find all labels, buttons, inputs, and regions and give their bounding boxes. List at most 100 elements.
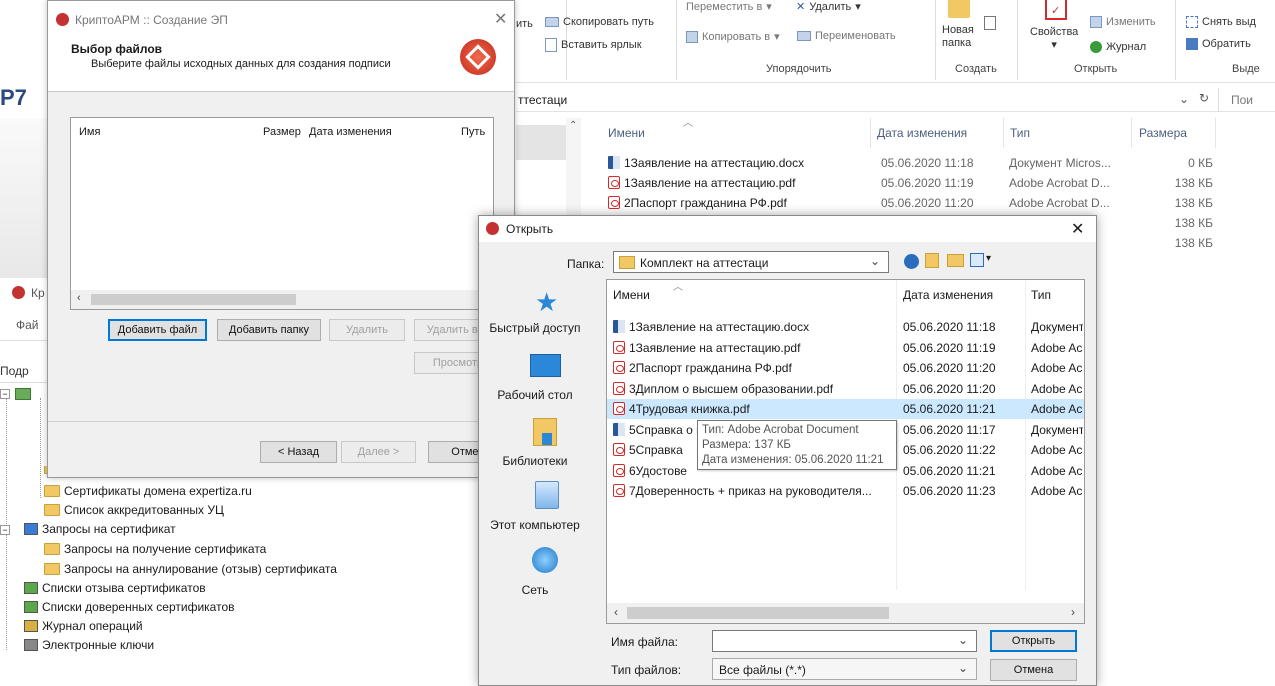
column-header-name[interactable]: Имя — [79, 126, 100, 138]
column-header-name[interactable]: Имени — [608, 126, 645, 140]
chevron-down-icon[interactable]: ▾ — [986, 253, 991, 264]
place-libraries[interactable]: Библиотеки — [479, 454, 591, 468]
file-row[interactable]: 4Трудовая книжка.pdf 05.06.2020 11:21 Adob… — [607, 399, 1084, 419]
place-desktop[interactable]: Рабочий стол — [479, 388, 591, 402]
column-header-date[interactable]: Дата изменения — [309, 126, 392, 138]
horizontal-scrollbar[interactable]: ‹ › — [607, 603, 1084, 623]
tree-item[interactable]: Запросы на сертификат — [24, 522, 176, 536]
refresh-icon[interactable]: ↻ — [1199, 91, 1209, 105]
filename-input[interactable]: ⌄ — [712, 630, 977, 652]
add-folder-button[interactable]: Добавить папку — [217, 319, 321, 341]
column-header-name[interactable]: Имени — [613, 288, 650, 302]
close-icon[interactable]: ✕ — [494, 9, 507, 29]
explorer-row-name: 1Заявление на аттестацию.pdf — [608, 176, 795, 190]
view-menu-icon[interactable] — [970, 253, 984, 267]
ribbon-cut-partial[interactable]: ить — [516, 18, 533, 30]
ribbon-divider — [1017, 0, 1018, 80]
tree-item[interactable]: Списки отзыва сертификатов — [24, 581, 206, 595]
column-header-date[interactable]: Дата изменения — [877, 126, 967, 140]
next-button[interactable]: Далее > — [341, 441, 416, 463]
scroll-left-icon[interactable]: ‹ — [77, 292, 81, 304]
folder-icon — [44, 504, 60, 516]
copy-to-button[interactable]: Копировать в ▾ — [686, 30, 780, 43]
tree-item[interactable]: Электронные ключи — [24, 638, 154, 652]
tree-item[interactable]: Запросы на получение сертификата — [44, 542, 266, 556]
copy-path-button[interactable]: Скопировать путь — [545, 16, 654, 28]
word-file-icon — [613, 422, 625, 436]
this-pc-icon[interactable] — [535, 481, 559, 509]
file-list[interactable]: Имени ︿ Дата изменения Тип 1Заявление на… — [606, 279, 1085, 624]
column-header-path[interactable]: Путь — [461, 126, 485, 138]
scroll-left-icon[interactable]: ‹ — [614, 605, 618, 619]
journal-button[interactable]: Журнал — [1090, 41, 1146, 53]
folder-icon — [619, 256, 635, 269]
rename-icon — [797, 31, 811, 41]
explorer-row[interactable]: 1Заявление на аттестацию.pdf 05.06.2020 1… — [605, 173, 1275, 193]
selected-files-list[interactable]: Имя Размер Дата изменения Путь ‹ — [70, 117, 494, 310]
horizontal-scrollbar[interactable]: ‹ — [71, 290, 493, 309]
place-quick-access[interactable]: Быстрый доступ — [479, 321, 591, 335]
invert-selection-button[interactable]: Обратить — [1186, 38, 1251, 50]
search-box[interactable]: Пои — [1231, 93, 1253, 107]
open-button[interactable]: Открыть — [990, 630, 1077, 652]
menu-file-partial[interactable]: Фай — [16, 318, 39, 332]
tree-collapse-icon[interactable]: − — [0, 389, 10, 399]
tree-item[interactable]: Сертификаты домена expertiza.ru — [44, 484, 252, 498]
new-folder-icon[interactable] — [947, 254, 964, 267]
scrollbar-thumb[interactable] — [91, 294, 296, 305]
paste-shortcut-button[interactable]: Вставить ярлык — [545, 38, 642, 52]
properties-icon: ✓ — [1045, 0, 1067, 20]
desktop-icon[interactable] — [530, 354, 561, 377]
file-row[interactable]: 3Диплом о высшем образовании.pdf 05.06.20… — [607, 379, 1084, 399]
new-item-icon[interactable] — [984, 16, 996, 30]
back-icon[interactable] — [904, 254, 919, 269]
edit-button[interactable]: Изменить — [1090, 16, 1156, 28]
tree-item[interactable]: Список аккредитованных УЦ — [44, 503, 224, 517]
file-row[interactable]: 1Заявление на аттестацию.pdf 05.06.2020 1… — [607, 338, 1084, 358]
place-network[interactable]: Сеть — [479, 583, 591, 597]
file-row[interactable]: 2Паспорт гражданина РФ.pdf 05.06.2020 11:… — [607, 358, 1084, 378]
rename-button[interactable]: Переименовать — [797, 30, 896, 42]
back-button[interactable]: < Назад — [260, 441, 337, 463]
file-row[interactable]: 7Доверенность + приказ на руководителя..… — [607, 481, 1084, 501]
move-to-button[interactable]: Переместить в ▾ — [686, 0, 772, 14]
tree-item[interactable]: Журнал операций — [24, 619, 143, 633]
explorer-row-size: 138 КБ — [1174, 176, 1213, 190]
word-file-icon — [608, 156, 620, 169]
scrollbar-thumb[interactable] — [627, 607, 889, 619]
explorer-row[interactable]: 2Паспорт гражданина РФ.pdf 05.06.2020 11:… — [605, 193, 1275, 213]
column-header-type[interactable]: Тип — [1031, 288, 1051, 302]
tree-collapse-icon[interactable]: − — [0, 525, 10, 535]
column-header-type[interactable]: Тип — [1010, 126, 1030, 140]
tree-item[interactable]: Списки доверенных сертификатов — [24, 600, 235, 614]
up-folder-icon[interactable] — [925, 253, 939, 268]
address-dropdown-icon[interactable]: ⌄ — [1179, 92, 1189, 106]
network-icon[interactable] — [532, 547, 558, 573]
properties-button[interactable]: Свойства ▾ — [1030, 26, 1078, 51]
quick-access-icon[interactable]: ★ — [535, 289, 558, 317]
tree-item[interactable]: Запросы на аннулирование (отзыв) сертифи… — [44, 562, 337, 576]
folder-combo[interactable]: Комплект на аттестаци ⌄ — [613, 251, 889, 273]
column-header-date[interactable]: Дата изменения — [903, 288, 993, 302]
scroll-right-icon[interactable]: › — [1071, 605, 1075, 619]
cancel-button[interactable]: Отмена — [990, 659, 1077, 681]
new-folder-button[interactable]: Новая папка — [942, 24, 982, 50]
add-file-button[interactable]: Добавить файл — [108, 319, 207, 341]
libraries-icon[interactable] — [533, 418, 557, 446]
explorer-row[interactable]: 1Заявление на аттестацию.docx 05.06.2020 … — [605, 153, 1275, 173]
explorer-row-date: 05.06.2020 11:18 — [881, 156, 974, 170]
column-header-size[interactable]: Размер — [263, 126, 301, 138]
deselect-button[interactable]: Снять выд — [1186, 16, 1256, 28]
filetype-select[interactable]: Все файлы (*.*) ⌄ — [712, 658, 977, 680]
tree-item-label: Запросы на сертификат — [42, 522, 176, 536]
place-this-pc[interactable]: Этот компьютер — [479, 518, 591, 532]
delete-button[interactable]: ✕ Удалить ▾ — [796, 0, 861, 14]
remove-button[interactable]: Удалить — [329, 319, 405, 341]
column-header-size[interactable]: Размера — [1139, 126, 1187, 140]
create-signature-dialog: КриптоАРМ :: Создание ЭП ✕ Выбор файлов … — [47, 0, 515, 478]
new-folder-icon — [948, 0, 970, 18]
file-row[interactable]: 1Заявление на аттестацию.docx 05.06.2020 … — [607, 317, 1084, 337]
address-bar[interactable]: ттестаци ⌄ ↻ Пои — [516, 88, 1275, 112]
close-icon[interactable]: ✕ — [1071, 219, 1084, 239]
tree-item-label: Запросы на аннулирование (отзыв) сертифи… — [64, 562, 337, 576]
